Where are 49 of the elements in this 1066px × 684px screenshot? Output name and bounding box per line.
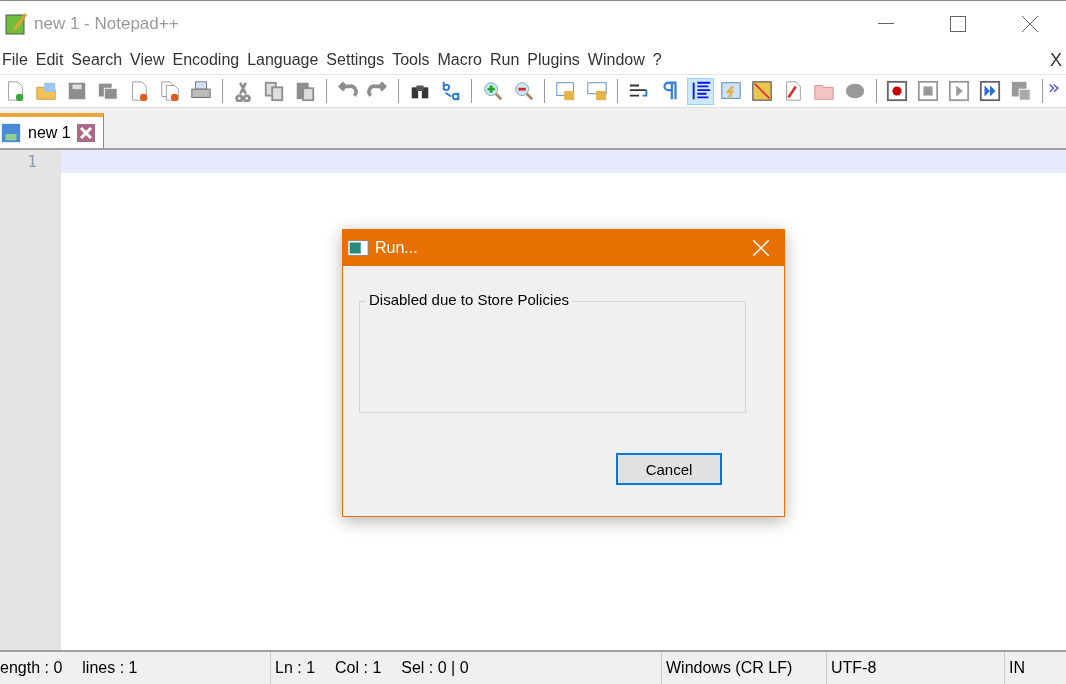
menu-item[interactable]: Language	[245, 51, 323, 69]
menu-item[interactable]: File	[0, 51, 32, 69]
line-number: 1	[27, 151, 38, 173]
group-label: Disabled due to Store Policies	[366, 291, 573, 308]
menu-item[interactable]: Settings	[324, 51, 389, 69]
close-icon	[753, 240, 769, 256]
zoom-out-icon	[512, 80, 535, 102]
notepad-app-icon	[4, 11, 28, 36]
status-text: Col : 1	[335, 659, 382, 677]
menu-item[interactable]: Encoding	[170, 51, 244, 69]
toolbar-overflow-button[interactable]: »	[1047, 75, 1066, 99]
maximize-icon	[950, 15, 966, 32]
copy-icon	[263, 80, 286, 102]
menu-item[interactable]: ?	[650, 51, 666, 69]
cancel-button[interactable]: Cancel	[616, 453, 722, 485]
menu-item[interactable]: Run	[488, 51, 524, 69]
minimize-icon	[878, 22, 894, 25]
zoom-in-icon	[481, 80, 504, 102]
status-text: ength : 0	[0, 659, 63, 677]
lightning-window-icon	[720, 80, 743, 102]
menu-item[interactable]: Search	[69, 51, 127, 69]
folder-icon	[35, 80, 58, 102]
dialog-title: Run...	[375, 239, 418, 257]
menu-item[interactable]: Plugins	[525, 51, 584, 69]
paste-icon	[294, 80, 317, 102]
close-tab-icon[interactable]	[76, 123, 95, 142]
document-tab[interactable]: new 1	[0, 113, 104, 148]
status-text: lines : 1	[82, 659, 138, 677]
record-icon	[886, 80, 909, 102]
close-document-button[interactable]: X	[1050, 49, 1066, 71]
window-title: new 1 - Notepad++	[34, 13, 179, 34]
menu-item[interactable]: Macro	[435, 51, 486, 69]
menu-item[interactable]: Edit	[33, 51, 68, 69]
status-text: Ln : 1	[275, 659, 316, 677]
fast-forward-icon	[979, 80, 1002, 102]
save-icon	[0, 121, 22, 144]
status-text: UTF-8	[831, 659, 877, 677]
close-all-icon	[159, 80, 182, 102]
toolbar-button[interactable]	[687, 77, 714, 105]
play-icon	[948, 80, 971, 102]
status-text: IN	[1009, 659, 1025, 677]
window-icon	[347, 237, 369, 259]
close-icon	[1022, 15, 1038, 32]
menu-item[interactable]: Tools	[390, 51, 434, 69]
status-text: Windows (CR LF)	[666, 659, 793, 677]
menu-item[interactable]: View	[128, 51, 169, 69]
menu-item[interactable]: Window	[585, 51, 649, 69]
stop-icon	[917, 80, 940, 102]
status-text: Sel : 0 | 0	[401, 659, 469, 677]
